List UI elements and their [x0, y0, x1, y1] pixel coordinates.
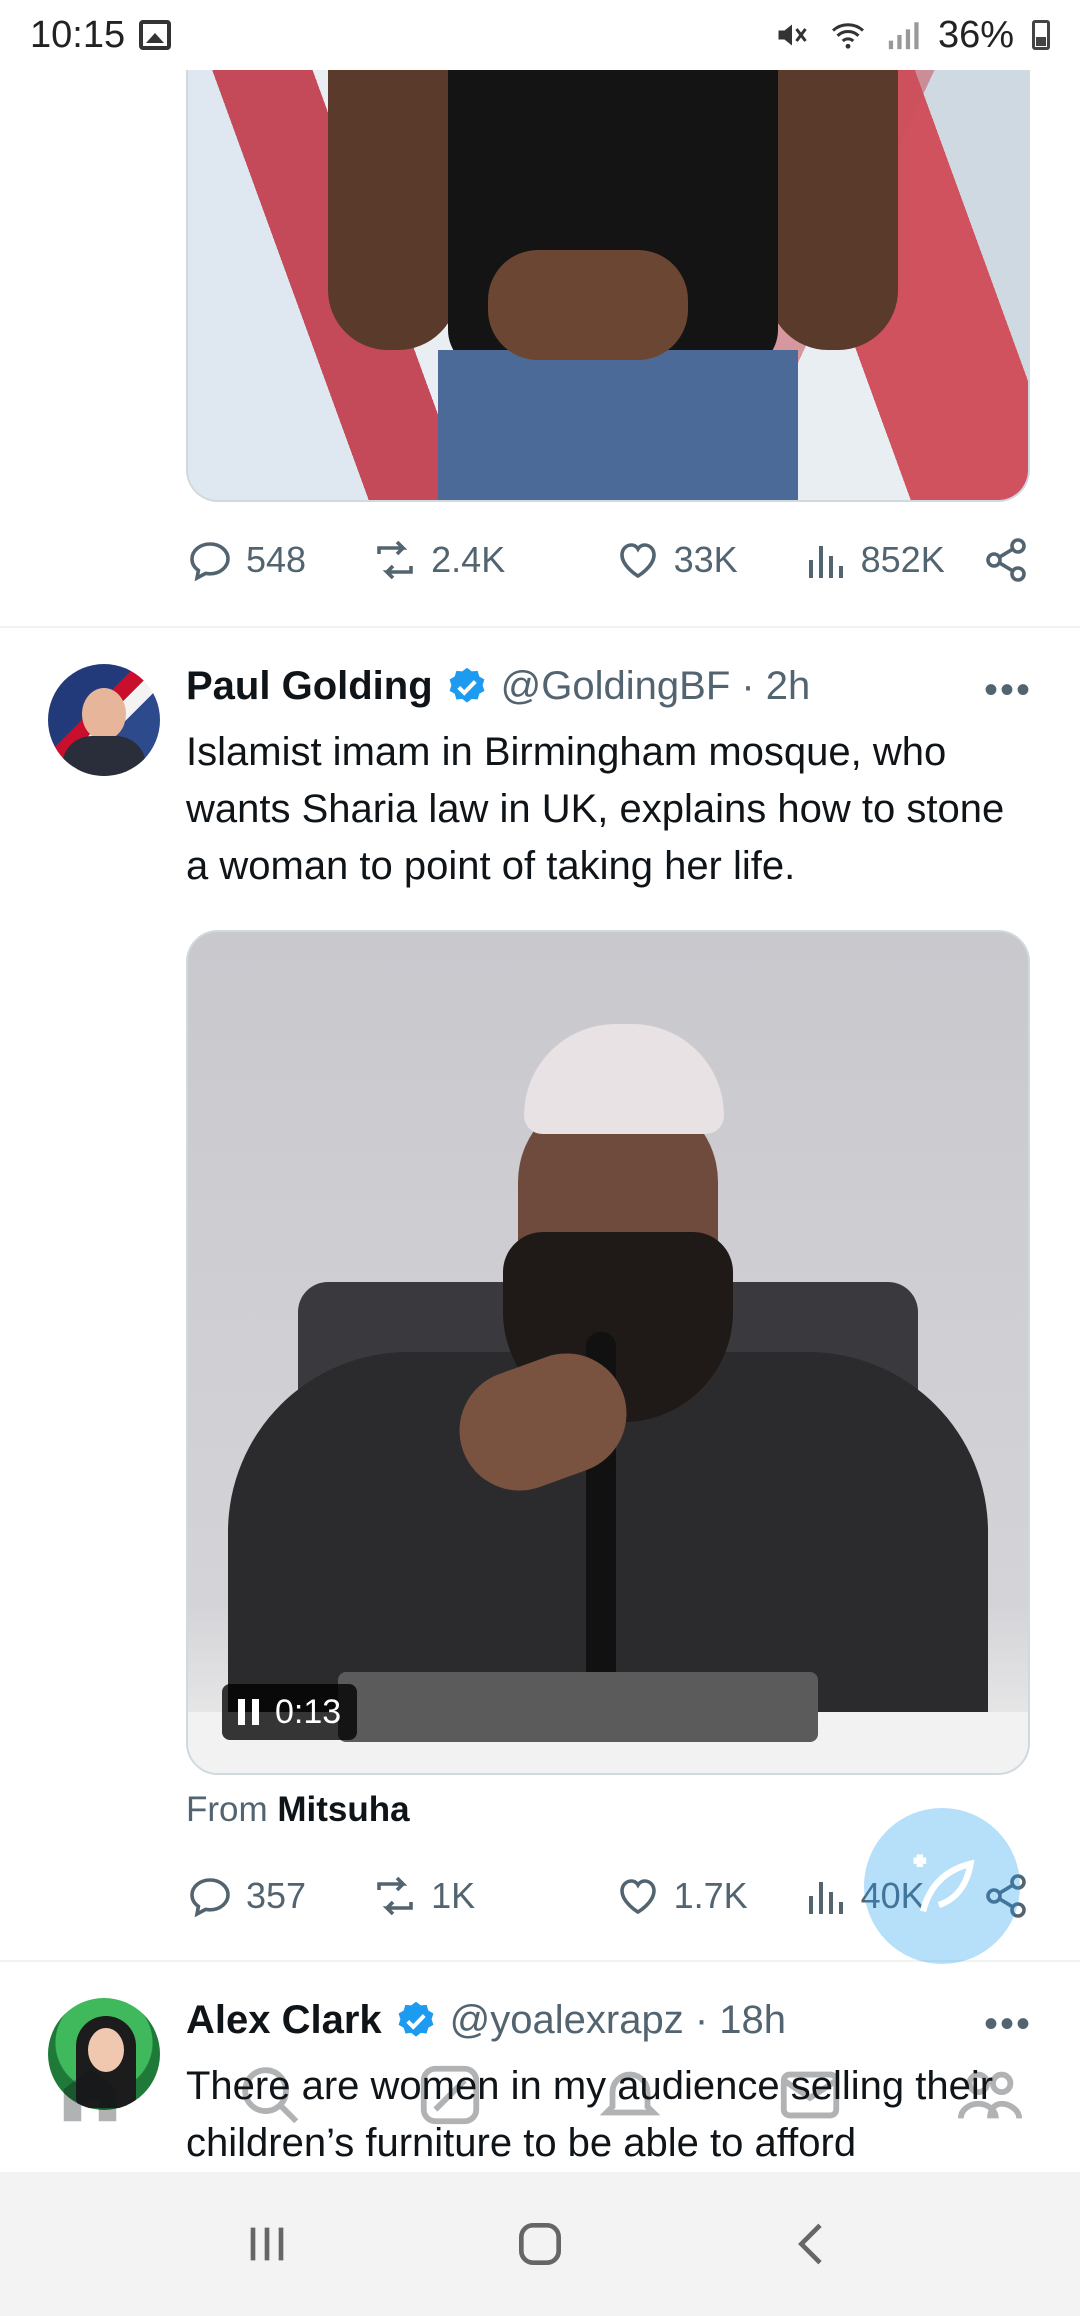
views-button[interactable]: 852K — [801, 536, 982, 584]
video-elapsed: 0:13 — [275, 1692, 342, 1731]
retweet-icon — [377, 540, 413, 580]
author-name[interactable]: Paul Golding — [186, 664, 433, 709]
like-button[interactable]: 33K — [614, 536, 801, 584]
status-left: 10:15 — [0, 13, 172, 57]
tweet-divider — [0, 626, 1080, 628]
tweet-2-video[interactable]: 0:13 — [186, 930, 1030, 1775]
battery-percent: 36% — [937, 13, 1014, 56]
from-prefix: From — [186, 1790, 268, 1829]
more-options-icon[interactable]: ••• — [984, 668, 1032, 713]
views-icon — [808, 1882, 843, 1914]
tweet-2-header: Paul Golding @GoldingBF · 2h — [186, 664, 810, 709]
home-icon[interactable] — [55, 2060, 125, 2130]
battery-icon — [1032, 20, 1050, 50]
compose-tweet-button[interactable] — [864, 1808, 1020, 1964]
status-right: 36% — [774, 14, 1080, 57]
retweet-button[interactable]: 1K — [371, 1872, 613, 1920]
video-attribution: From Mitsuha — [186, 1790, 410, 1830]
video-frame — [338, 1672, 818, 1742]
verified-badge-icon — [449, 667, 485, 703]
search-icon[interactable] — [235, 2060, 305, 2130]
author-handle[interactable]: @GoldingBF · 2h — [501, 664, 811, 709]
reply-icon — [190, 542, 230, 582]
tweet-text[interactable]: Islamist imam in Birmingham mosque, who … — [186, 724, 1036, 895]
communities-icon[interactable] — [955, 2060, 1025, 2130]
heart-icon — [619, 543, 656, 579]
video-timer[interactable]: 0:13 — [222, 1684, 358, 1740]
image-figure — [768, 50, 898, 350]
messages-icon[interactable] — [775, 2060, 845, 2130]
notifications-icon[interactable] — [595, 2060, 665, 2130]
avatar-body — [62, 736, 146, 776]
wifi-icon — [831, 23, 864, 49]
status-bar: 10:15 36% — [0, 0, 1080, 70]
compose-tweet-icon — [913, 1854, 975, 1913]
like-button[interactable]: 1.7K — [614, 1872, 801, 1920]
gallery-notification-icon — [139, 20, 172, 50]
status-time: 10:15 — [30, 13, 126, 56]
back-icon[interactable] — [785, 2216, 841, 2272]
home-button-icon[interactable] — [512, 2216, 568, 2272]
image-figure — [438, 350, 798, 500]
avatar-face — [82, 688, 126, 740]
image-figure — [488, 250, 688, 360]
reply-button[interactable]: 357 — [186, 1872, 371, 1920]
share-icon — [986, 538, 1026, 582]
tweet-1-image[interactable] — [186, 50, 1030, 502]
views-icon — [808, 546, 843, 578]
signal-icon — [888, 22, 919, 50]
avatar[interactable] — [48, 664, 160, 776]
retweet-button[interactable]: 2.4K — [371, 536, 613, 584]
reply-icon — [190, 1878, 230, 1918]
share-button[interactable] — [982, 536, 1030, 584]
heart-icon — [619, 1879, 656, 1915]
reply-button[interactable]: 548 — [186, 536, 371, 584]
recent-apps-icon[interactable] — [239, 2216, 295, 2272]
mute-icon — [778, 24, 807, 46]
pause-icon[interactable] — [238, 1699, 259, 1725]
retweet-icon — [377, 1876, 413, 1916]
tweet-1-actions: 548 2.4K 33K 852K — [186, 536, 1030, 584]
grok-icon[interactable] — [415, 2060, 485, 2130]
system-navigation-bar — [0, 2172, 1080, 2316]
bottom-tab-bar — [0, 2010, 1080, 2180]
from-name[interactable]: Mitsuha — [277, 1790, 409, 1829]
image-figure — [328, 50, 458, 350]
